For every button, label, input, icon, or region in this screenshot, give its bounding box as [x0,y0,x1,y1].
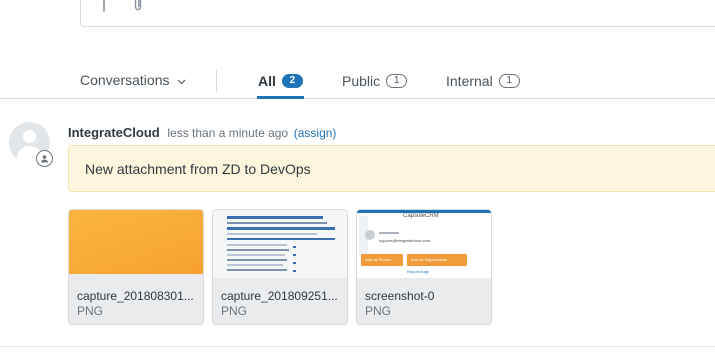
attachment-card[interactable]: CapsuleCRM support@integratecloud.com Ad… [356,209,492,325]
attachment-name: capture_201808301... [77,289,194,303]
tab-public-count-badge: 1 [386,74,408,88]
thumbnail-org-button: Add as Organization [407,254,467,266]
event-divider [0,346,715,347]
attachment-thumbnail [69,210,203,278]
attachment-name: screenshot-0 [365,289,435,303]
thumbnail-email: support@integratecloud.com [379,238,431,243]
tab-internal[interactable]: Internal 1 [446,73,520,89]
attachment-card[interactable]: capture_201808301... PNG [68,209,204,325]
composer [80,0,715,27]
thumbnail-app-name: CapsuleCRM [403,213,439,219]
tab-public[interactable]: Public 1 [342,73,408,89]
tab-internal-count-badge: 1 [498,74,520,88]
attachment-type: PNG [221,304,248,318]
event-meta: IntegrateCloud less than a minute ago (a… [68,125,336,140]
attachment-type: PNG [365,304,392,318]
conversation-filter-tabs: Conversations All 2 Public 1 Internal 1 [0,60,715,99]
attachment-thumbnail [213,210,347,278]
attachment-name: capture_201809251... [221,289,338,303]
tabs-divider [216,70,217,92]
event-time: less than a minute ago [167,126,289,140]
thumbnail-person-button: Add as Person [361,254,403,266]
tab-internal-label: Internal [446,73,493,89]
tab-all-label: All [258,73,276,89]
tab-public-label: Public [342,73,381,89]
tab-all-count-badge: 2 [281,74,303,88]
chevron-down-icon [177,72,186,88]
attachment-card[interactable]: capture_201809251... PNG [212,209,348,325]
agent-user-icon [36,150,53,167]
paperclip-icon[interactable] [131,0,145,12]
internal-note-text: New attachment from ZD to DevOps [85,161,311,177]
attachment-type: PNG [77,304,104,318]
text-format-icon[interactable] [97,0,111,12]
attachment-thumbnail: CapsuleCRM support@integratecloud.com Ad… [357,210,491,278]
conversations-dropdown-label: Conversations [80,72,170,88]
thumbnail-report-link: Report bugs [407,269,429,274]
tab-all[interactable]: All 2 [257,73,304,99]
internal-note: New attachment from ZD to DevOps [68,145,715,192]
assign-link[interactable]: (assign) [294,126,337,140]
conversations-dropdown[interactable]: Conversations [80,72,186,88]
event-author: IntegrateCloud [68,125,160,140]
